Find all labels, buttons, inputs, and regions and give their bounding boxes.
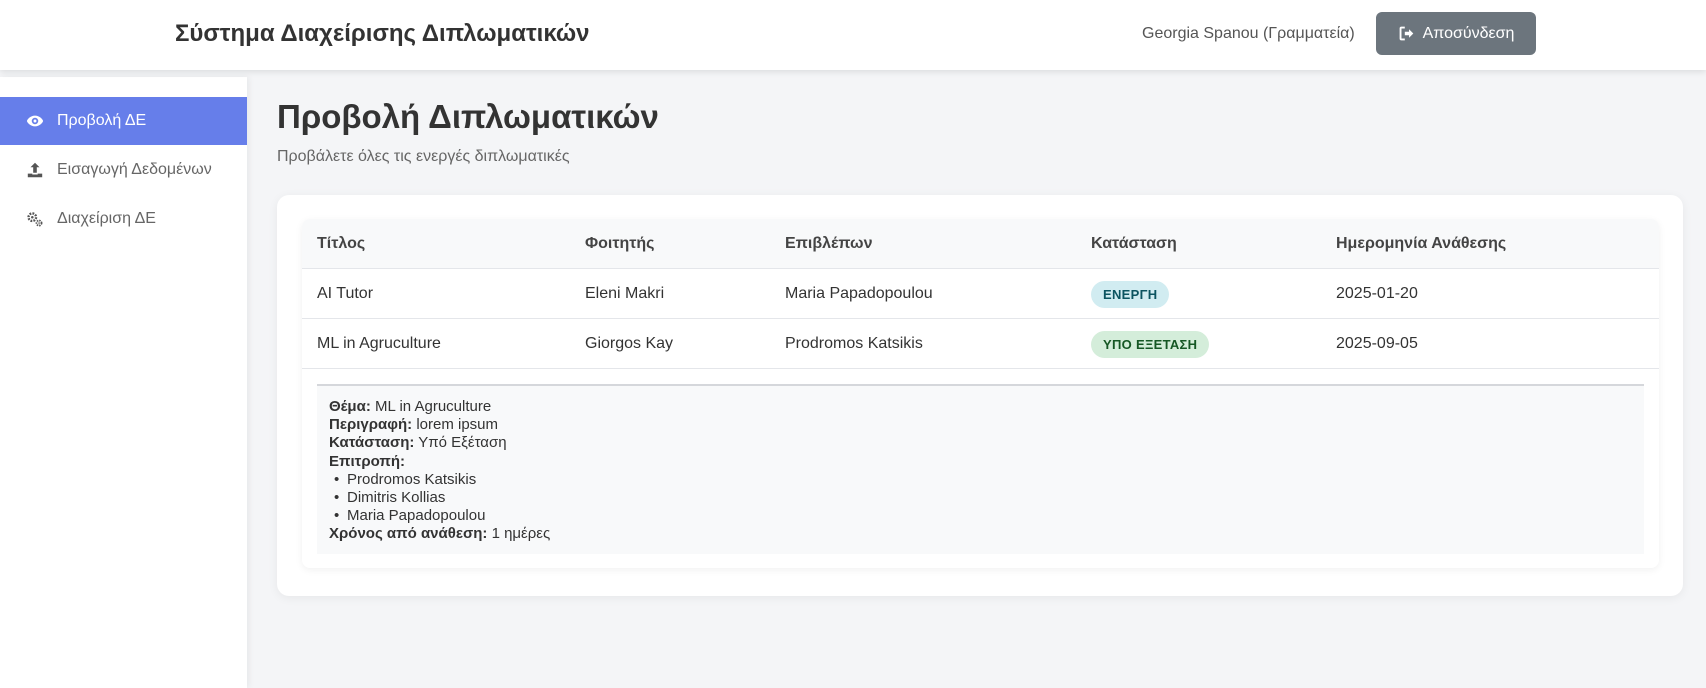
- logout-label: Αποσύνδεση: [1422, 24, 1515, 42]
- detail-topic: Θέμα: ML in Agruculture: [329, 398, 492, 415]
- sign-out-icon: [1398, 25, 1415, 42]
- cell-title: ML in Agruculture: [317, 335, 441, 352]
- sidebar: Προβολή ΔΕ Εισαγωγή Δεδομένων Διαχείριση…: [0, 77, 247, 688]
- column-header-status[interactable]: Κατάσταση: [1091, 219, 1177, 269]
- committee-member: Dimitris Kollias: [329, 489, 1632, 507]
- cell-supervisor: Prodromos Katsikis: [785, 335, 923, 352]
- cell-title: AI Tutor: [317, 285, 374, 302]
- committee-member: Maria Papadopoulou: [329, 507, 1632, 525]
- column-header-student[interactable]: Φοιτητής: [585, 219, 655, 269]
- committee-member: Prodromos Katsikis: [329, 471, 1632, 489]
- cell-status: ΕΝΕΡΓΗ: [1091, 269, 1170, 319]
- detail-elapsed: Χρόνος από ανάθεση: 1 ημέρες: [329, 525, 551, 543]
- thesis-details-panel: Θέμα: ML in Agruculture Περιγραφή: lorem…: [317, 384, 1644, 554]
- sidebar-item-view-theses[interactable]: Προβολή ΔΕ: [0, 97, 247, 145]
- current-user: Georgia Spanou (Γραμματεία): [1142, 25, 1355, 42]
- cell-date: 2025-01-20: [1336, 285, 1418, 302]
- eye-icon: [25, 111, 45, 131]
- logout-button[interactable]: Αποσύνδεση: [1376, 12, 1536, 55]
- sidebar-item-label: Εισαγωγή Δεδομένων: [57, 161, 212, 178]
- committee-list: Prodromos Katsikis Dimitris Kollias Mari…: [329, 471, 1632, 526]
- page-subtitle: Προβάλετε όλες τις ενεργές διπλωματικές: [277, 148, 570, 165]
- page-title: Προβολή Διπλωματικών: [277, 98, 659, 135]
- table-header: Τίτλος Φοιτητής Επιβλέπων Κατάσταση Ημερ…: [302, 219, 1659, 269]
- cell-supervisor: Maria Papadopoulou: [785, 285, 933, 302]
- detail-status: Κατάσταση: Υπό Εξέταση: [329, 434, 507, 452]
- app-title: Σύστημα Διαχείρισης Διπλωματικών: [175, 20, 590, 47]
- cell-student: Giorgos Kay: [585, 335, 674, 352]
- sidebar-item-manage-theses[interactable]: Διαχείριση ΔΕ: [0, 195, 247, 243]
- detail-committee: Επιτροπή:: [329, 452, 406, 470]
- column-header-title[interactable]: Τίτλος: [317, 219, 365, 269]
- sidebar-item-label: Προβολή ΔΕ: [57, 112, 147, 129]
- cell-status: ΥΠΟ ΕΞΕΤΑΣΗ: [1091, 319, 1210, 369]
- detail-description: Περιγραφή: lorem ipsum: [329, 416, 498, 434]
- status-badge: ΕΝΕΡΓΗ: [1091, 280, 1170, 308]
- table-row[interactable]: AI Tutor Eleni Makri Maria Papadopoulou …: [302, 269, 1659, 319]
- theses-card: Τίτλος Φοιτητής Επιβλέπων Κατάσταση Ημερ…: [277, 195, 1683, 596]
- theses-table: Τίτλος Φοιτητής Επιβλέπων Κατάσταση Ημερ…: [302, 219, 1659, 568]
- sidebar-item-import-data[interactable]: Εισαγωγή Δεδομένων: [0, 146, 247, 194]
- table-row[interactable]: ML in Agruculture Giorgos Kay Prodromos …: [302, 319, 1659, 369]
- top-navbar: Σύστημα Διαχείρισης Διπλωματικών Georgia…: [0, 0, 1706, 70]
- cell-student: Eleni Makri: [585, 285, 665, 302]
- sidebar-item-label: Διαχείριση ΔΕ: [57, 210, 156, 227]
- cell-date: 2025-09-05: [1336, 335, 1418, 352]
- column-header-date[interactable]: Ημερομηνία Ανάθεσης: [1336, 219, 1506, 269]
- gears-icon: [25, 209, 45, 229]
- column-header-supervisor[interactable]: Επιβλέπων: [785, 219, 872, 269]
- status-badge: ΥΠΟ ΕΞΕΤΑΣΗ: [1091, 330, 1210, 358]
- upload-icon: [25, 160, 45, 180]
